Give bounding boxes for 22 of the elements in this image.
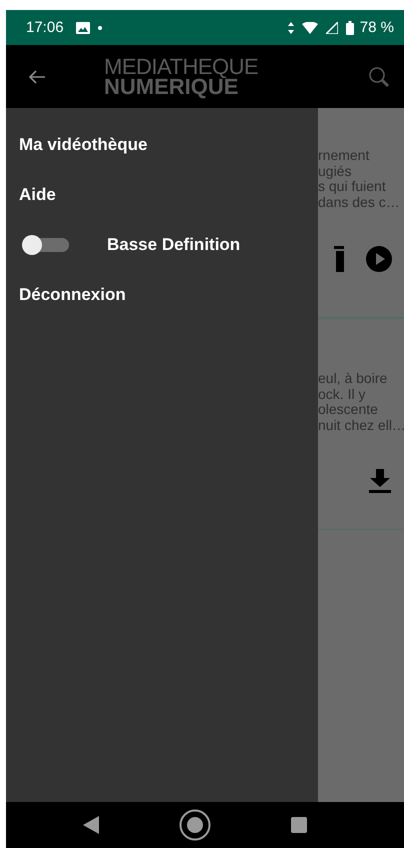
data-arrows-icon [288,22,294,34]
back-button[interactable] [28,68,46,86]
home-icon[interactable] [179,809,211,841]
wifi-icon [302,22,318,34]
logo-text: MEDIATHEQUE [104,56,258,76]
download-icon[interactable] [368,469,392,493]
menu-item[interactable]: Ma vidéothèque [19,135,148,155]
description-text: rnement ugiés s qui fuient dans des c… [318,148,401,210]
back-icon[interactable] [83,816,99,834]
status-time: 17:06 [26,19,64,36]
dot-icon [98,26,102,30]
setting-label: Basse Definition [107,235,240,255]
battery-icon [346,20,354,34]
description-text: eul, à boire ock. Il y olescente nuit chez ell… [318,371,404,433]
battery-level: 78 % [360,19,394,36]
menu-item[interactable]: Aide [19,185,56,205]
signal-icon [326,22,338,34]
menu-item[interactable]: Déconnexion [19,285,126,305]
search-button[interactable] [368,66,390,88]
play-icon[interactable] [366,246,392,272]
logo-text: NUMERIQUE [104,76,238,96]
image-icon [76,22,90,34]
